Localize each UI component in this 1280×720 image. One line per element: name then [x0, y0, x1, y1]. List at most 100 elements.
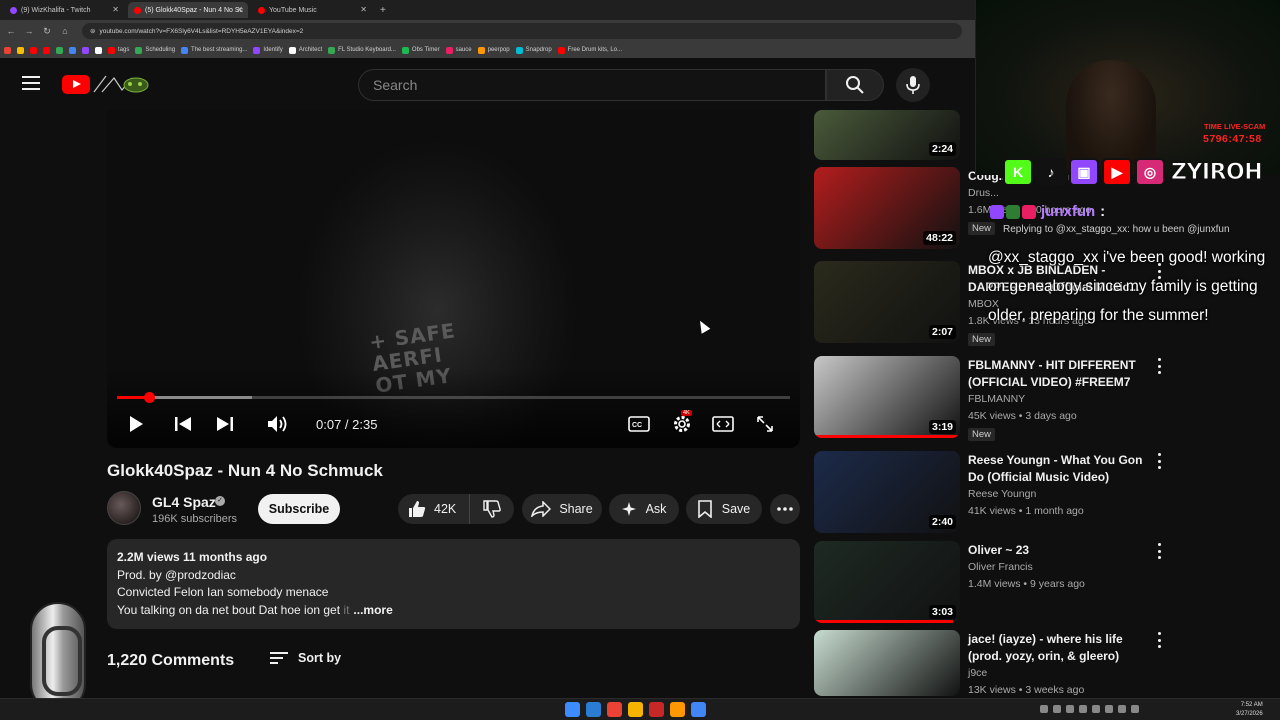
bookmark-favicon-icon	[181, 46, 189, 54]
search-input[interactable]: Search	[358, 69, 826, 101]
channel-avatar[interactable]	[107, 491, 141, 525]
ask-button[interactable]: Ask	[609, 494, 679, 524]
save-button[interactable]: Save	[686, 494, 762, 524]
tray-icon[interactable]	[1079, 705, 1087, 713]
more-vertical-icon[interactable]	[1155, 453, 1163, 469]
home-icon[interactable]: ⌂	[58, 26, 72, 36]
recommendation-title[interactable]: FBLMANNY - HIT DIFFERENT (OFFICIAL VIDEO…	[968, 357, 1148, 391]
recommendation-thumbnail[interactable]: 48:22	[814, 167, 960, 249]
channel-name[interactable]: GL4 Spaz	[152, 494, 216, 510]
taskbar-app-icon[interactable]	[649, 702, 664, 717]
browser-tab-youtube-music[interactable]: YouTube Music ✕	[252, 2, 372, 18]
description-box[interactable]: 2.2M views 11 months ago Prod. by @prodz…	[107, 539, 800, 629]
sort-by-button[interactable]: Sort by	[270, 651, 341, 665]
video-player[interactable]: + SAFE AERFI OT MY 0:07 / 2:35 CC 4K	[107, 110, 800, 448]
tray-icon[interactable]	[1066, 705, 1074, 713]
recommendation-channel[interactable]: Drus...	[968, 187, 999, 199]
back-arrow-icon[interactable]: ←	[4, 26, 18, 36]
volume-button[interactable]	[265, 412, 291, 436]
more-actions-button[interactable]	[770, 494, 800, 524]
recommendation-thumbnail[interactable]	[814, 630, 960, 696]
tray-icon[interactable]	[1105, 705, 1113, 713]
plus-icon[interactable]: +	[380, 5, 386, 16]
bookmark-icon-item[interactable]	[82, 46, 89, 54]
show-more-link[interactable]: ...more	[353, 603, 392, 617]
bookmark-item[interactable]: Obs Timer	[401, 46, 440, 54]
recommendation-thumbnail[interactable]: 2:40	[814, 451, 960, 533]
close-tab-icon[interactable]: ✕	[236, 5, 243, 14]
recommendation-title[interactable]: jace! (iayze) - where his life (prod. yo…	[968, 631, 1148, 665]
recommendation-thumbnail[interactable]: 3:19	[814, 356, 960, 438]
recommendation-title[interactable]: Oliver ~ 23	[968, 542, 1148, 559]
bookmark-favicon-icon	[557, 46, 565, 54]
bookmark-icon-item[interactable]	[95, 46, 102, 54]
more-vertical-icon[interactable]	[1155, 358, 1163, 374]
browser-tab-youtube-video[interactable]: (5) Glokk40Spaz - Nun 4 No Sc ✕	[128, 2, 248, 18]
play-button[interactable]	[125, 412, 147, 436]
captions-button[interactable]: CC	[627, 412, 651, 436]
dislike-button[interactable]	[470, 500, 514, 518]
settings-button[interactable]: 4K	[669, 410, 695, 436]
bookmark-item[interactable]: The best streaming...	[181, 46, 247, 54]
taskbar-app-icon[interactable]	[607, 702, 622, 717]
taskbar-app-icon[interactable]	[586, 702, 601, 717]
bookmark-item[interactable]: FL Studio Keyboard...	[328, 46, 396, 54]
bookmark-favicon-icon	[17, 46, 24, 54]
taskbar-app-icon[interactable]	[565, 702, 580, 717]
tray-icon[interactable]	[1053, 705, 1061, 713]
subscribe-button[interactable]: Subscribe	[258, 494, 340, 524]
close-tab-icon[interactable]: ✕	[360, 5, 367, 14]
bookmark-item[interactable]: Scheduling	[135, 46, 175, 54]
bookmark-item[interactable]: peerpop	[477, 46, 510, 54]
site-info-icon[interactable]: ⊜	[90, 27, 95, 35]
taskbar-app-icon[interactable]	[628, 702, 643, 717]
bookmark-icon-item[interactable]	[17, 46, 24, 54]
recommendation-channel[interactable]: Oliver Francis	[968, 561, 1033, 573]
progress-bar[interactable]	[117, 392, 790, 403]
fullscreen-button[interactable]	[753, 412, 777, 436]
taskbar-app-icon[interactable]	[670, 702, 685, 717]
browser-tab-twitch[interactable]: (9) WizKhalifa - Twitch ✕	[4, 2, 124, 18]
doodle-logo-icon[interactable]	[92, 72, 152, 96]
recommendation-channel[interactable]: Reese Youngn	[968, 488, 1036, 500]
forward-arrow-icon[interactable]: →	[22, 26, 36, 36]
voice-search-button[interactable]	[896, 68, 930, 102]
bookmark-icon-item[interactable]	[30, 46, 37, 54]
bookmark-item[interactable]: sauce	[445, 46, 472, 54]
tray-icon[interactable]	[1131, 705, 1139, 713]
address-bar[interactable]: ⊜ youtube.com/watch?v=FX6Sly6V4Ls&list=R…	[82, 23, 962, 39]
more-vertical-icon[interactable]	[1155, 543, 1163, 559]
bookmark-item[interactable]: Snapdrop	[515, 46, 552, 54]
recommendation-thumbnail[interactable]: 2:07	[814, 261, 960, 343]
recommendation-thumbnail[interactable]: 3:03	[814, 541, 960, 623]
next-button[interactable]	[213, 412, 237, 436]
bookmark-icon-item[interactable]	[4, 46, 11, 54]
bookmark-item[interactable]: Architect	[288, 46, 322, 54]
more-vertical-icon[interactable]	[1155, 632, 1163, 648]
theater-mode-button[interactable]	[711, 412, 735, 436]
bookmark-icon-item[interactable]	[69, 46, 76, 54]
share-button[interactable]: Share	[522, 494, 602, 524]
system-clock[interactable]: 7:52 AM 3/27/2026	[1236, 701, 1263, 719]
previous-button[interactable]	[171, 412, 195, 436]
search-button[interactable]	[826, 69, 884, 101]
youtube-favicon-icon	[134, 6, 141, 14]
taskbar-app-icon[interactable]	[691, 702, 706, 717]
close-tab-icon[interactable]: ✕	[112, 5, 119, 14]
hamburger-icon[interactable]	[22, 76, 40, 90]
like-button[interactable]: 42K	[398, 494, 470, 524]
bookmark-icon-item[interactable]	[56, 46, 63, 54]
tray-icon[interactable]	[1092, 705, 1100, 713]
recommendation-channel[interactable]: j9ce	[968, 667, 987, 679]
bookmark-item[interactable]: Identify	[253, 46, 283, 54]
bookmark-icon-item[interactable]	[43, 46, 50, 54]
youtube-logo[interactable]	[62, 75, 90, 94]
recommendation-thumbnail[interactable]: 2:24	[814, 110, 960, 160]
bookmark-item[interactable]: tags	[108, 46, 129, 54]
recommendation-title[interactable]: Reese Youngn - What You Gon Do (Official…	[968, 452, 1148, 486]
tray-icon[interactable]	[1118, 705, 1126, 713]
bookmark-item[interactable]: Free Drum kits, Lo...	[557, 46, 622, 54]
recommendation-channel[interactable]: FBLMANNY	[968, 393, 1025, 405]
reload-icon[interactable]: ↻	[40, 26, 54, 37]
tray-icon[interactable]	[1040, 705, 1048, 713]
